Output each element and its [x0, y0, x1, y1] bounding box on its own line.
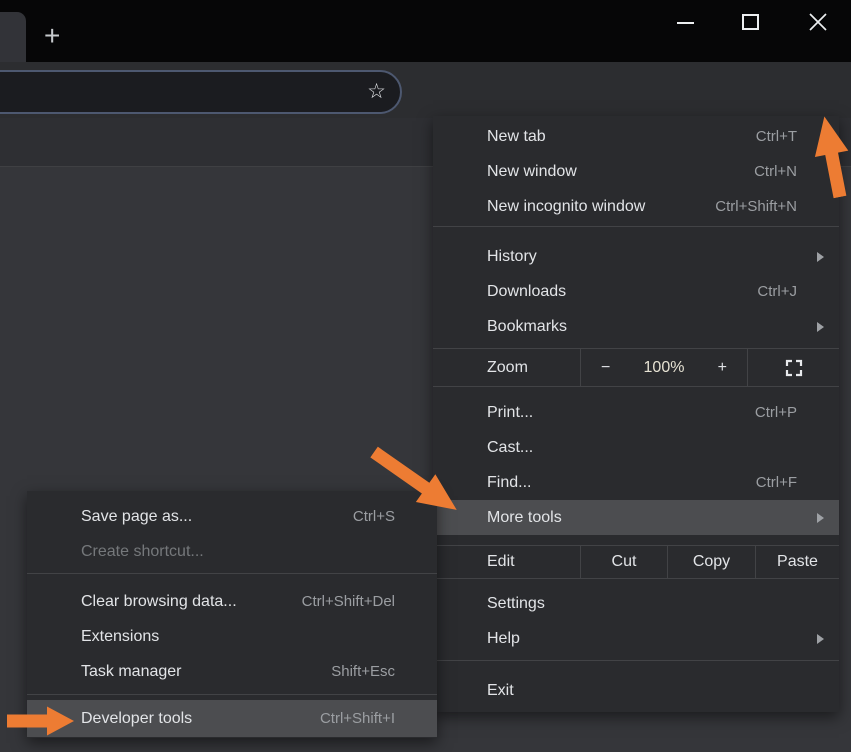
submenu-arrow-icon — [817, 513, 824, 523]
menu-item-zoom: Zoom − 100% + — [433, 348, 839, 387]
menu-separator — [27, 573, 437, 574]
menu-item-settings[interactable]: Settings — [433, 586, 839, 621]
menu-item-help[interactable]: Help — [433, 621, 839, 656]
menu-item-edit: Edit Cut Copy Paste — [433, 545, 839, 579]
window-maximize-button[interactable] — [742, 14, 759, 30]
more-tools-submenu: Save page as... Ctrl+S Create shortcut..… — [27, 491, 437, 738]
submenu-item-save-page-as[interactable]: Save page as... Ctrl+S — [27, 499, 437, 534]
menu-item-new-window[interactable]: New window Ctrl+N — [433, 154, 839, 189]
menu-item-new-incognito-window[interactable]: New incognito window Ctrl+Shift+N — [433, 189, 839, 224]
zoom-out-button[interactable]: − — [601, 359, 610, 377]
fullscreen-button[interactable] — [748, 349, 839, 386]
annotation-arrow-developer-tools — [7, 699, 76, 743]
address-bar[interactable]: ☆ — [0, 70, 402, 114]
new-tab-button[interactable]: + — [44, 22, 60, 50]
submenu-arrow-icon — [817, 634, 824, 644]
menu-item-print[interactable]: Print... Ctrl+P — [433, 395, 839, 430]
submenu-arrow-icon — [817, 322, 824, 332]
browser-tab[interactable]: ✕ — [0, 12, 26, 62]
chrome-menu: New tab Ctrl+T New window Ctrl+N New inc… — [433, 116, 839, 712]
bookmark-star-icon[interactable]: ☆ — [367, 80, 386, 104]
cut-button[interactable]: Cut — [580, 546, 667, 578]
menu-separator — [433, 226, 839, 227]
menu-item-cast[interactable]: Cast... — [433, 430, 839, 465]
menu-item-downloads[interactable]: Downloads Ctrl+J — [433, 274, 839, 309]
menu-item-find[interactable]: Find... Ctrl+F — [433, 465, 839, 500]
submenu-item-clear-browsing-data[interactable]: Clear browsing data... Ctrl+Shift+Del — [27, 584, 437, 619]
window-close-button[interactable] — [806, 10, 830, 34]
submenu-item-task-manager[interactable]: Task manager Shift+Esc — [27, 654, 437, 689]
menu-item-bookmarks[interactable]: Bookmarks — [433, 309, 839, 344]
menu-separator — [27, 694, 437, 695]
browser-window: ✕ + ☆ UO — [0, 0, 851, 752]
menu-item-exit[interactable]: Exit — [433, 673, 839, 708]
menu-item-new-tab[interactable]: New tab Ctrl+T — [433, 119, 839, 154]
paste-button[interactable]: Paste — [755, 546, 839, 578]
submenu-item-developer-tools[interactable]: Developer tools Ctrl+Shift+I — [27, 700, 437, 737]
submenu-item-extensions[interactable]: Extensions — [27, 619, 437, 654]
menu-item-history[interactable]: History — [433, 239, 839, 274]
menu-separator — [433, 660, 839, 661]
submenu-item-create-shortcut: Create shortcut... — [27, 534, 437, 569]
zoom-level-value: 100% — [644, 359, 685, 377]
submenu-arrow-icon — [817, 252, 824, 262]
titlebar: ✕ + — [0, 0, 851, 62]
window-minimize-button[interactable] — [677, 22, 694, 24]
zoom-in-button[interactable]: + — [718, 359, 727, 377]
copy-button[interactable]: Copy — [667, 546, 755, 578]
menu-item-more-tools[interactable]: More tools — [433, 500, 839, 535]
toolbar: ☆ UO M — [0, 62, 851, 118]
fullscreen-icon — [785, 359, 803, 377]
